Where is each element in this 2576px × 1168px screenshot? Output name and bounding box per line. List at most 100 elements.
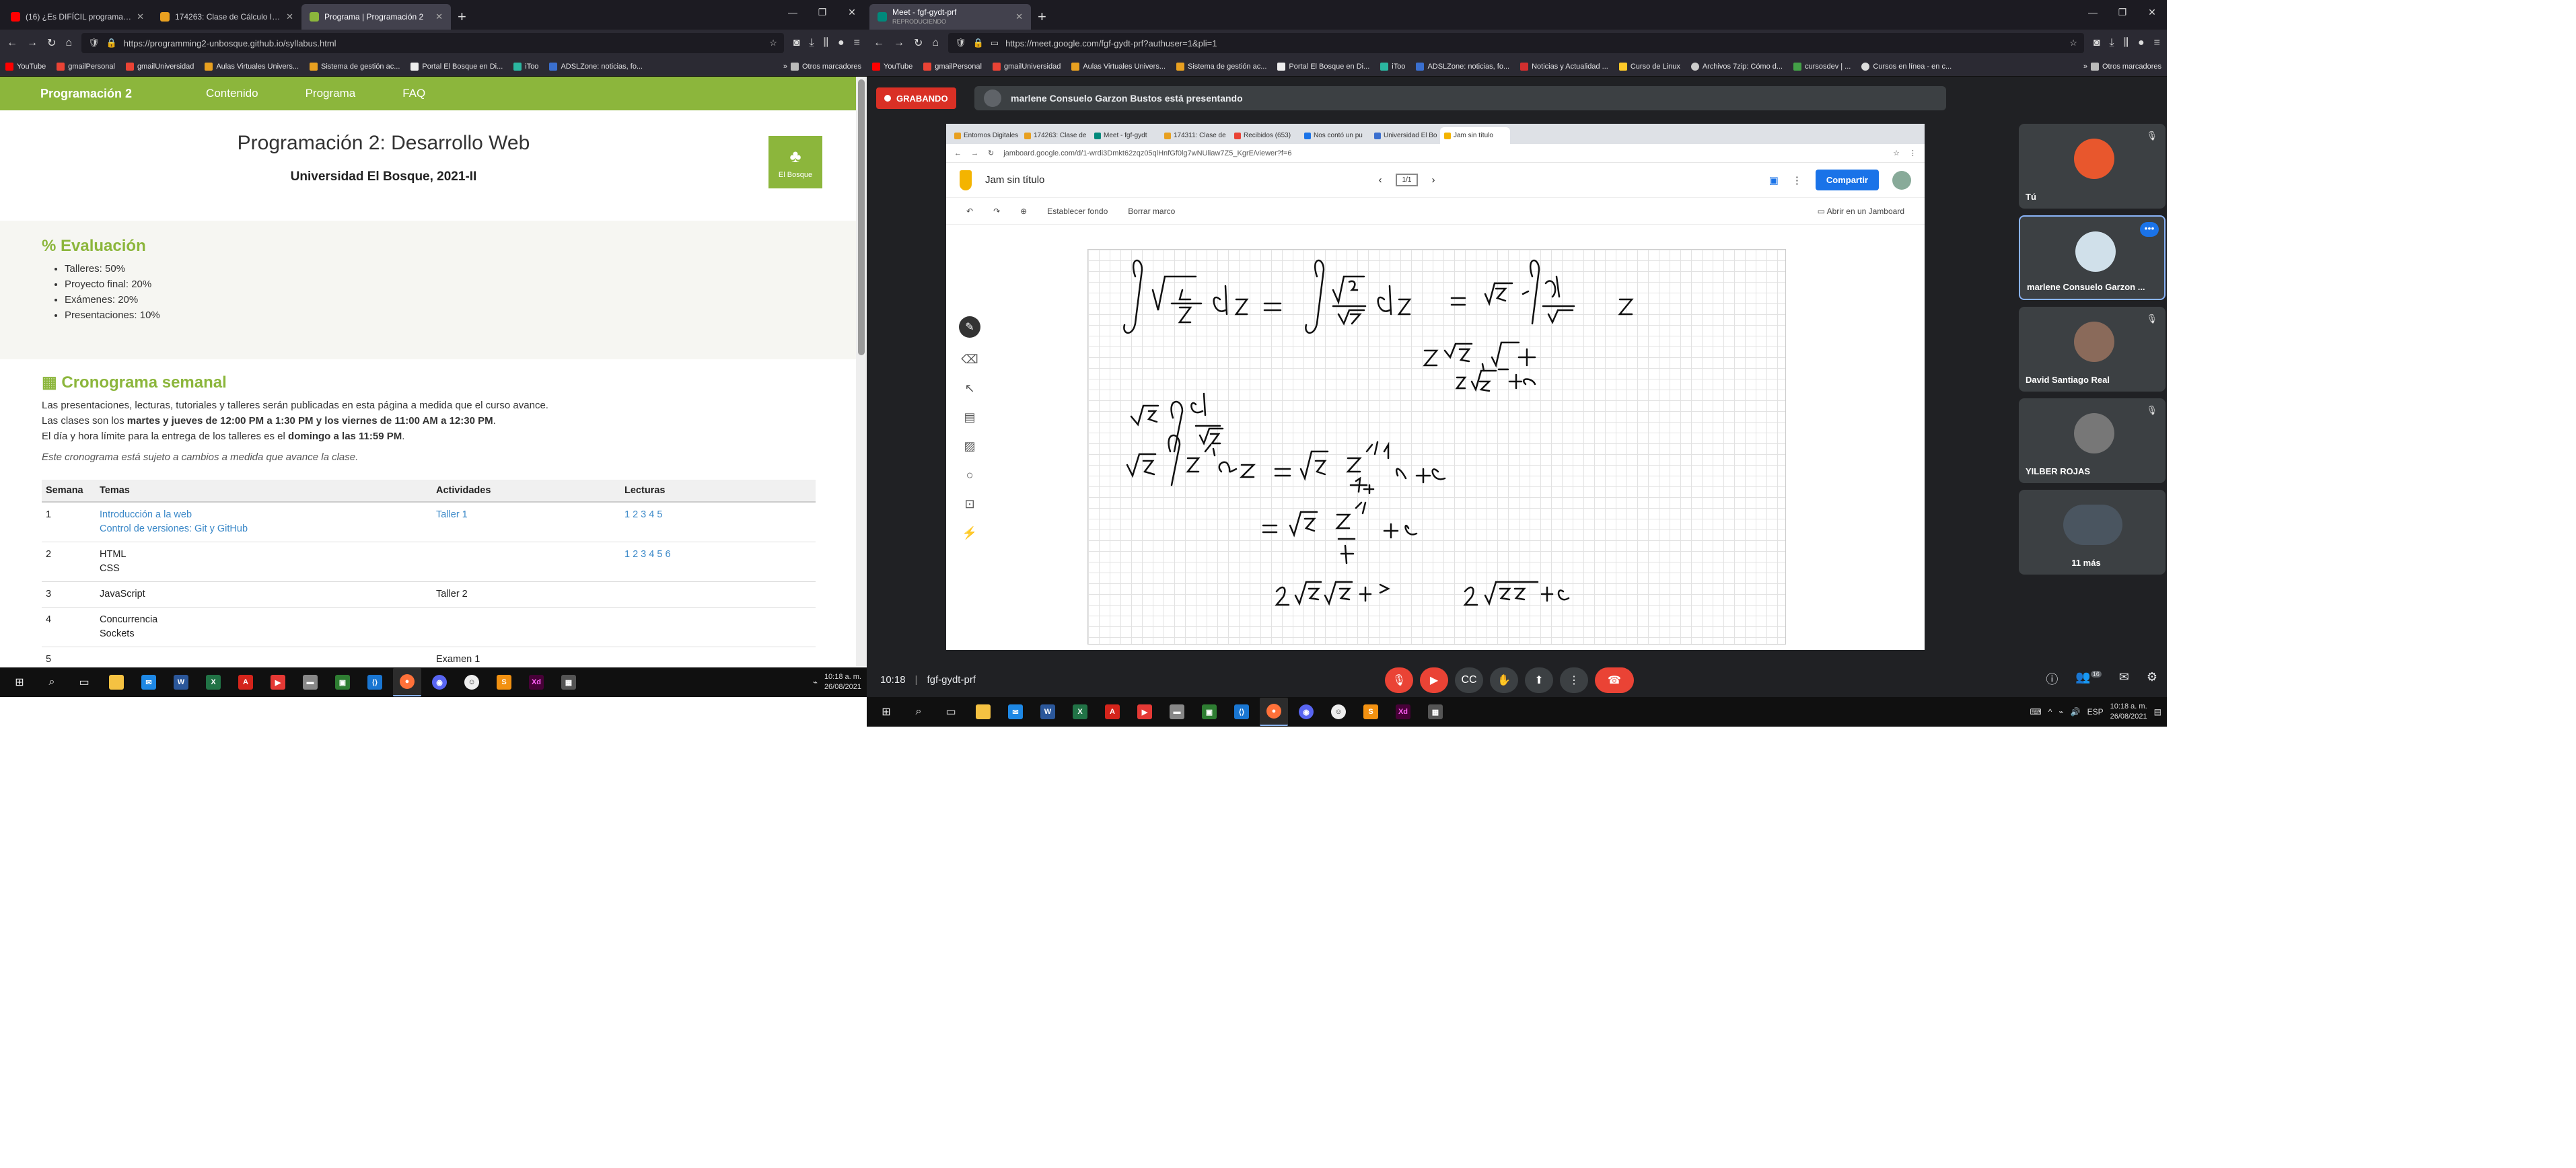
topic-link[interactable]: Introducción a la web bbox=[100, 508, 428, 522]
prev-frame-icon[interactable]: ‹ bbox=[1379, 174, 1382, 186]
forward-icon[interactable]: → bbox=[27, 37, 38, 49]
jam-tab[interactable]: Meet - fgf-gydt bbox=[1090, 127, 1160, 144]
app-icon[interactable]: ▦ bbox=[1421, 698, 1450, 726]
jam-tab[interactable]: Recibidos (653) bbox=[1230, 127, 1300, 144]
clock[interactable]: 10:18 a. m. 26/08/2021 bbox=[2110, 702, 2147, 722]
bookmark-item[interactable]: gmailPersonal bbox=[57, 62, 115, 71]
app-icon[interactable]: ▬ bbox=[1163, 698, 1191, 726]
pocket-icon[interactable]: ◙ bbox=[2094, 37, 2100, 49]
cell-lecturas[interactable] bbox=[620, 607, 816, 647]
download-icon[interactable]: ⤓ bbox=[2110, 37, 2114, 49]
text-box-icon[interactable]: ⊡ bbox=[964, 497, 974, 511]
library-icon[interactable]: ⫼ bbox=[2124, 37, 2128, 49]
bookmark-item[interactable]: Sistema de gestión ac... bbox=[310, 62, 400, 71]
circle-icon[interactable]: ○ bbox=[966, 468, 974, 482]
close-icon[interactable]: ✕ bbox=[1015, 11, 1023, 22]
minimize-icon[interactable]: — bbox=[778, 0, 808, 24]
eraser-icon[interactable]: ⌫ bbox=[961, 353, 978, 367]
video-app-icon[interactable]: ▶ bbox=[1131, 698, 1159, 726]
star-icon[interactable]: ☆ bbox=[1893, 149, 1900, 157]
mail-icon[interactable]: ✉ bbox=[135, 668, 163, 696]
camera-off-button[interactable]: ▶ bbox=[1420, 667, 1448, 693]
more-icon[interactable]: ⋮ bbox=[1792, 174, 1802, 186]
word-icon[interactable]: W bbox=[1034, 698, 1062, 726]
clock[interactable]: 10:18 a. m. 26/08/2021 bbox=[824, 672, 861, 692]
more-participants-tile[interactable]: 11 más bbox=[2019, 490, 2166, 575]
file-explorer-icon[interactable] bbox=[102, 668, 131, 696]
cell-lecturas[interactable] bbox=[620, 647, 816, 666]
bookmark-item[interactable]: ADSLZone: noticias, fo... bbox=[1416, 62, 1509, 71]
sublime-icon[interactable]: S bbox=[490, 668, 518, 696]
maximize-icon[interactable]: ❐ bbox=[808, 0, 837, 24]
bookmark-item[interactable]: Portal El Bosque en Di... bbox=[1277, 62, 1369, 71]
back-icon[interactable]: ← bbox=[873, 37, 884, 49]
app-icon[interactable]: ▣ bbox=[1195, 698, 1223, 726]
recording-badge[interactable]: GRABANDO bbox=[876, 87, 956, 109]
bookmark-item[interactable]: gmailPersonal bbox=[923, 62, 982, 71]
bookmark-item[interactable]: iToo bbox=[513, 62, 538, 71]
activities-icon[interactable]: ⚙ bbox=[2147, 670, 2157, 688]
new-tab-button[interactable]: + bbox=[451, 4, 473, 30]
acrobat-icon[interactable]: A bbox=[231, 668, 260, 696]
site-brand[interactable]: Programación 2 bbox=[40, 87, 132, 101]
participant-tile[interactable]: 🎙 Tú bbox=[2019, 124, 2166, 209]
reload-icon[interactable]: ↻ bbox=[47, 36, 56, 50]
search-icon[interactable]: ⌕ bbox=[904, 698, 933, 726]
more-options-icon[interactable]: ••• bbox=[2140, 222, 2159, 237]
forward-icon[interactable]: → bbox=[971, 149, 978, 157]
bookmark-item[interactable]: cursosdev | ... bbox=[1793, 62, 1851, 71]
bookmark-item[interactable]: Portal El Bosque en Di... bbox=[410, 62, 503, 71]
windows-start-icon[interactable]: ⊞ bbox=[5, 668, 34, 696]
close-icon[interactable]: ✕ bbox=[286, 11, 293, 22]
keyboard-icon[interactable]: ⌨ bbox=[2030, 707, 2041, 717]
jam-tab[interactable]: Universidad El Bo bbox=[1370, 127, 1440, 144]
maximize-icon[interactable]: ❐ bbox=[2108, 0, 2137, 24]
xd-icon[interactable]: Xd bbox=[1389, 698, 1417, 726]
bookmark-item[interactable]: iToo bbox=[1380, 62, 1405, 71]
vscode-icon[interactable]: ⟨⟩ bbox=[1227, 698, 1256, 726]
participant-tile[interactable]: 🎙 David Santiago Real bbox=[2019, 307, 2166, 392]
raise-hand-button[interactable]: ✋ bbox=[1490, 667, 1518, 693]
task-view-icon[interactable]: ▭ bbox=[937, 698, 965, 726]
bookmark-item[interactable]: Curso de Linux bbox=[1618, 62, 1680, 71]
app-icon[interactable]: ▬ bbox=[296, 668, 324, 696]
chevron-up-icon[interactable]: ^ bbox=[2048, 707, 2052, 717]
more-options-button[interactable]: ⋮ bbox=[1560, 667, 1588, 693]
pen-icon[interactable]: ✎ bbox=[959, 316, 980, 338]
extension-icon[interactable]: ● bbox=[838, 37, 845, 49]
close-window-icon[interactable]: ✕ bbox=[837, 0, 867, 24]
leave-call-button[interactable]: ☎ bbox=[1595, 667, 1634, 693]
people-icon[interactable]: 👥 16 bbox=[2075, 670, 2102, 688]
reload-icon[interactable]: ↻ bbox=[914, 36, 923, 50]
present-icon[interactable]: ▣ bbox=[1769, 174, 1779, 186]
cell-lecturas[interactable]: 1 2 3 4 5 bbox=[620, 502, 816, 542]
bookmark-item[interactable]: Noticias y Actualidad ... bbox=[1520, 62, 1608, 71]
bookmark-item[interactable]: Aulas Virtuales Univers... bbox=[205, 62, 299, 71]
clear-frame-button[interactable]: Borrar marco bbox=[1128, 207, 1175, 216]
bookmark-item[interactable]: ADSLZone: noticias, fo... bbox=[549, 62, 643, 71]
windows-start-icon[interactable]: ⊞ bbox=[872, 698, 900, 726]
close-window-icon[interactable]: ✕ bbox=[2137, 0, 2167, 24]
jam-tab[interactable]: Entornos Digitales bbox=[950, 127, 1020, 144]
close-icon[interactable]: ✕ bbox=[435, 11, 443, 22]
download-icon[interactable]: ⤓ bbox=[810, 37, 814, 49]
bookmark-item[interactable]: gmailUniversidad bbox=[125, 62, 194, 71]
page-scrollbar[interactable] bbox=[856, 77, 867, 666]
open-jamboard-link[interactable]: ▭ Abrir en un Jamboard bbox=[1818, 207, 1904, 216]
star-icon[interactable]: ☆ bbox=[769, 38, 777, 48]
jam-tab[interactable]: Nos contó un pu bbox=[1300, 127, 1370, 144]
laser-icon[interactable]: ⚡ bbox=[962, 526, 977, 540]
discord-icon[interactable]: ◉ bbox=[1292, 698, 1320, 726]
topic-link[interactable]: Control de versiones: Git y GitHub bbox=[100, 522, 428, 536]
back-icon[interactable]: ← bbox=[7, 37, 17, 49]
zoom-icon[interactable]: ⊕ bbox=[1020, 207, 1027, 216]
image-icon[interactable]: ▨ bbox=[964, 439, 975, 453]
video-app-icon[interactable]: ▶ bbox=[264, 668, 292, 696]
task-view-icon[interactable]: ▭ bbox=[70, 668, 98, 696]
sublime-icon[interactable]: S bbox=[1357, 698, 1385, 726]
bookmark-item[interactable]: YouTube bbox=[5, 62, 46, 71]
acrobat-icon[interactable]: A bbox=[1098, 698, 1126, 726]
redo-icon[interactable]: ↷ bbox=[993, 207, 1000, 216]
forward-icon[interactable]: → bbox=[894, 37, 904, 49]
tab-meet[interactable]: Meet - fgf-gydt-prf REPRODUCIENDO ✕ bbox=[869, 4, 1031, 30]
